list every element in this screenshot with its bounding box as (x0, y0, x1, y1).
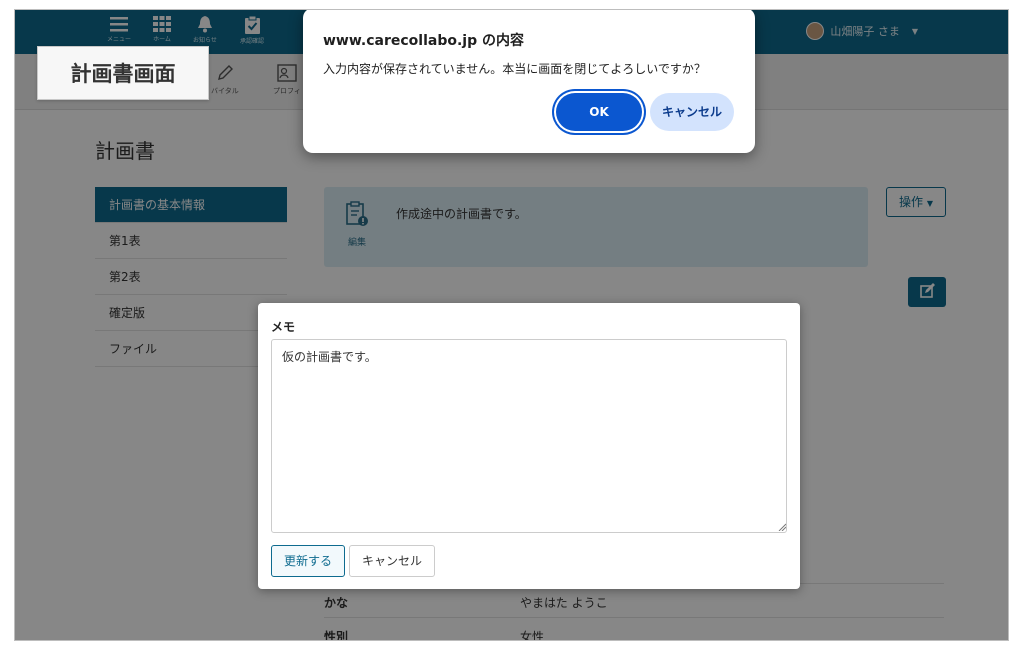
resize-handle-icon[interactable] (778, 523, 786, 531)
ok-button[interactable]: OK (556, 93, 642, 131)
memo-title: メモ (271, 320, 296, 334)
memo-cancel-button[interactable]: キャンセル (349, 545, 435, 577)
browser-confirm-dialog: www.carecollabo.jp の内容 入力内容が保存されていません。本当… (303, 10, 755, 153)
memo-modal: メモ 仮の計画書です。 更新する キャンセル (258, 303, 800, 589)
app-frame: メニュー ホーム お知らせ 承認確認 山畑陽子 さま ▼ バイタル プロフィ 計… (14, 9, 1009, 641)
dialog-message: 入力内容が保存されていません。本当に画面を閉じてよろしいですか？ (323, 62, 706, 76)
page-label-annotation: 計画書画面 (37, 46, 209, 100)
dialog-cancel-button[interactable]: キャンセル (650, 93, 734, 131)
dialog-title: www.carecollabo.jp の内容 (323, 33, 524, 49)
memo-textarea[interactable]: 仮の計画書です。 (271, 339, 787, 533)
update-button[interactable]: 更新する (271, 545, 345, 577)
